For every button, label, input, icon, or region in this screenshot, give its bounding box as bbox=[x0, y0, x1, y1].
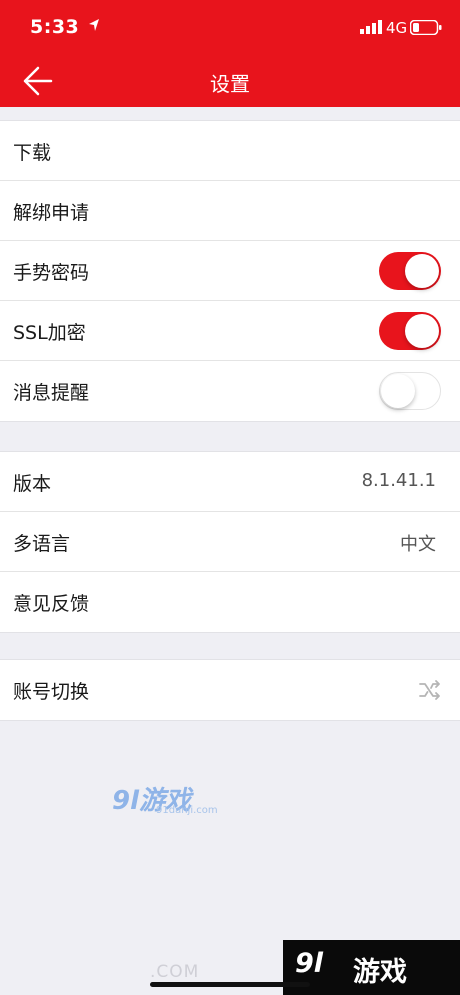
row-label: 消息提醒 bbox=[13, 382, 90, 404]
row-label: 手势密码 bbox=[13, 262, 90, 284]
ssl-encryption-toggle[interactable] bbox=[379, 312, 441, 350]
row-label: 解绑申请 bbox=[13, 202, 90, 224]
row-label: 账号切换 bbox=[13, 681, 90, 703]
row-gesture-password: 手势密码 bbox=[0, 241, 460, 301]
row-label: 多语言 bbox=[13, 533, 71, 555]
status-bar: 5:33 4G bbox=[0, 0, 460, 54]
toggle-knob bbox=[405, 254, 439, 288]
row-feedback[interactable]: 意见反馈 bbox=[0, 572, 460, 632]
home-indicator bbox=[150, 982, 310, 987]
shuffle-icon bbox=[419, 680, 440, 700]
watermark: 9l游戏 91danji.com bbox=[112, 780, 232, 820]
watermark-site: 91danji.com bbox=[156, 805, 218, 816]
settings-group-info: 版本 8.1.41.1 多语言 中文 意见反馈 bbox=[0, 451, 460, 633]
row-ssl-encryption: SSL加密 bbox=[0, 301, 460, 361]
row-language[interactable]: 多语言 中文 bbox=[0, 512, 460, 572]
version-value: 8.1.41.1 bbox=[361, 470, 436, 491]
row-message-reminder: 消息提醒 bbox=[0, 361, 460, 421]
status-time: 5:33 bbox=[30, 16, 80, 38]
row-download[interactable]: 下载 bbox=[0, 121, 460, 181]
network-type: 4G bbox=[386, 19, 408, 37]
signal-icon bbox=[360, 20, 382, 34]
gesture-password-toggle[interactable] bbox=[379, 252, 441, 290]
corner-watermark-badge: 9l 游戏 bbox=[283, 940, 460, 995]
page-title: 设置 bbox=[210, 72, 250, 96]
location-arrow-icon bbox=[89, 19, 99, 31]
message-reminder-toggle[interactable] bbox=[379, 372, 441, 410]
battery-icon bbox=[410, 20, 442, 35]
bottom-watermark-url: .COM bbox=[150, 962, 200, 982]
row-label: 版本 bbox=[13, 473, 52, 495]
row-switch-account[interactable]: 账号切换 bbox=[0, 660, 460, 720]
settings-group-account: 账号切换 bbox=[0, 659, 460, 721]
row-version: 版本 8.1.41.1 bbox=[0, 452, 460, 512]
corner-text: 游戏 bbox=[353, 957, 407, 988]
language-value: 中文 bbox=[400, 534, 436, 555]
corner-logo: 9l bbox=[295, 948, 324, 979]
toggle-knob bbox=[381, 374, 415, 408]
row-label: SSL加密 bbox=[13, 322, 86, 344]
toggle-knob bbox=[405, 314, 439, 348]
row-label: 意见反馈 bbox=[13, 593, 90, 615]
row-label: 下载 bbox=[13, 142, 52, 164]
settings-group-security: 下载 解绑申请 手势密码 SSL加密 消息提醒 bbox=[0, 120, 460, 422]
row-unbind-request[interactable]: 解绑申请 bbox=[0, 181, 460, 241]
app-header: 5:33 4G 设置 bbox=[0, 0, 460, 107]
